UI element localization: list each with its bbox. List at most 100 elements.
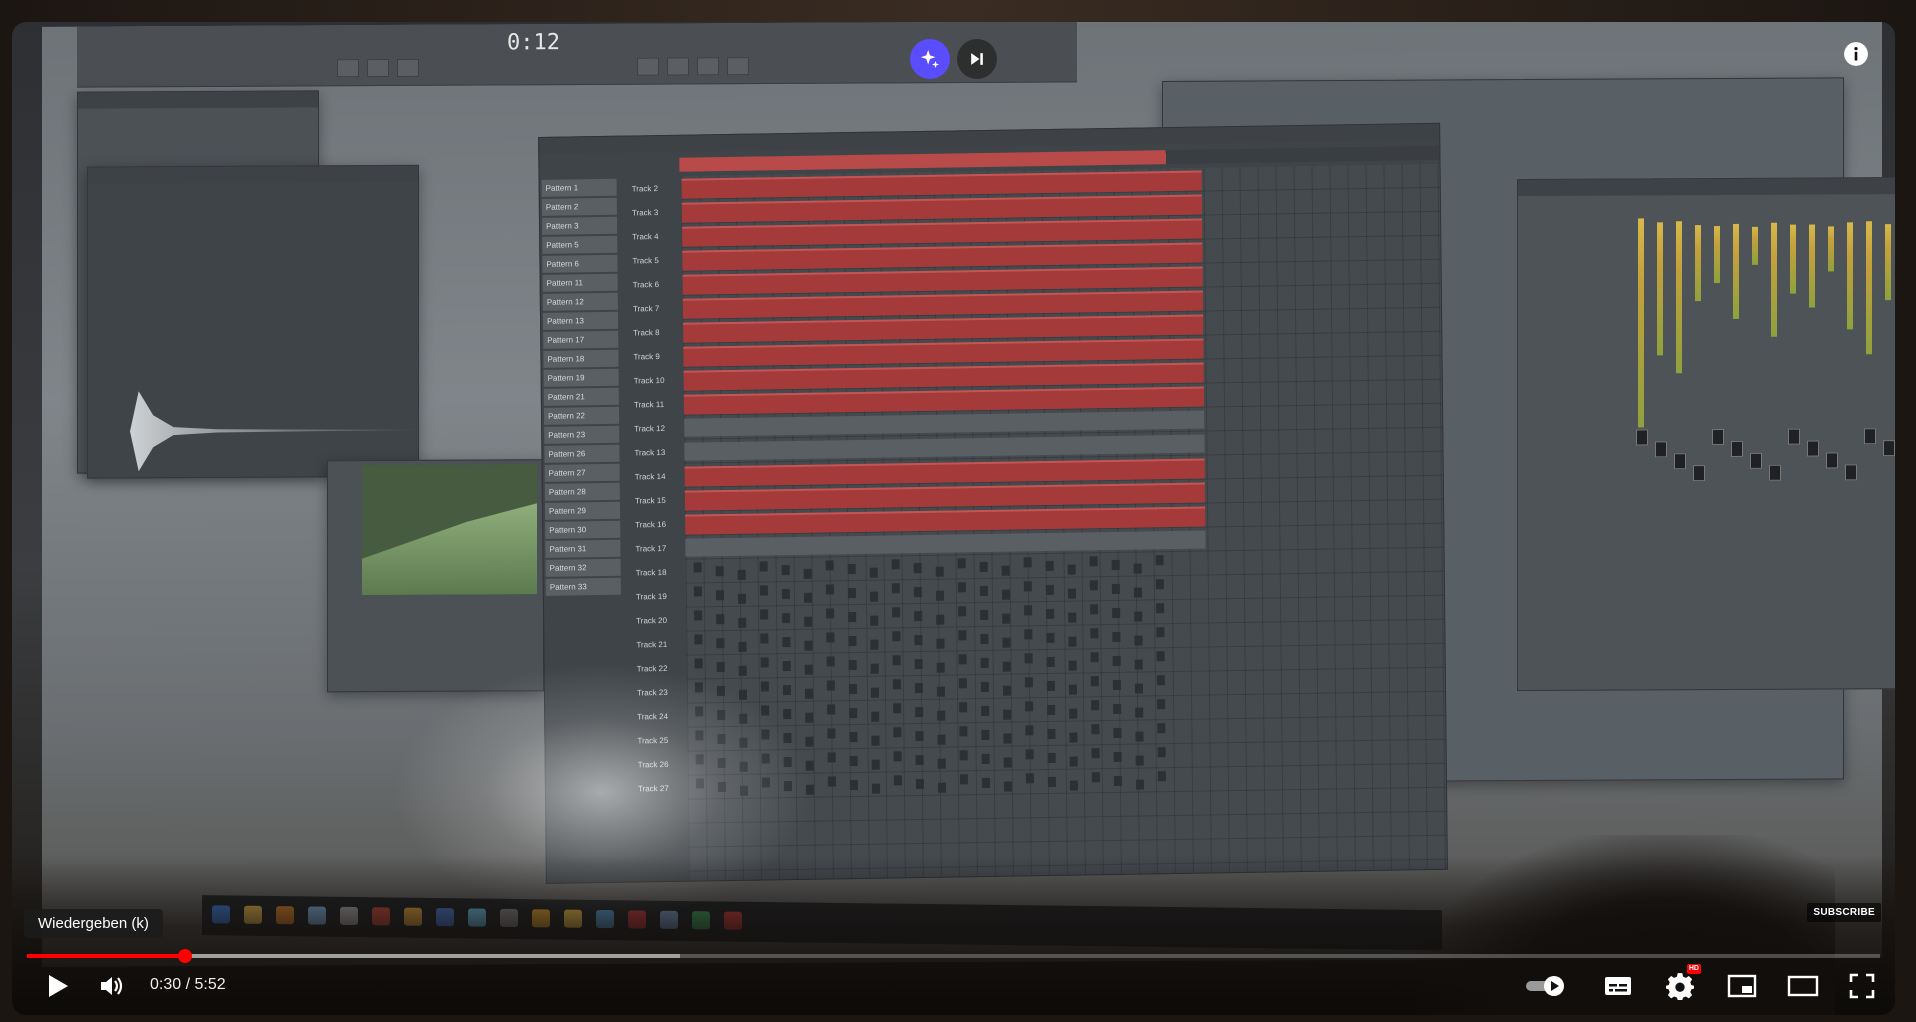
- pattern-block: [957, 558, 966, 569]
- pattern-block: [935, 566, 944, 577]
- pattern-block: [1024, 677, 1033, 688]
- pattern-block: [1157, 747, 1166, 758]
- mixer-fader: [1750, 452, 1762, 469]
- subtitles-button[interactable]: [1596, 962, 1640, 1010]
- mixer-fader: [1826, 452, 1838, 469]
- info-button[interactable]: [1842, 40, 1870, 68]
- pattern-block: [936, 638, 945, 649]
- pattern-block: [915, 730, 924, 742]
- pattern-block: [1068, 684, 1078, 695]
- pattern-block: [914, 634, 923, 646]
- pattern-block: [1156, 675, 1165, 686]
- pattern-block: [892, 607, 901, 618]
- playlist-clip: [682, 218, 1203, 247]
- theater-mode-button[interactable]: [1780, 962, 1826, 1010]
- pattern-block: [1134, 683, 1144, 694]
- mixer-fader: [1674, 453, 1686, 470]
- pattern-block: [760, 633, 769, 644]
- pattern-block: [1155, 579, 1164, 590]
- pattern-block: [1135, 707, 1144, 718]
- mixer-meter: [1695, 225, 1701, 302]
- mixer-fader: [1712, 429, 1724, 446]
- mixer-meter: [1828, 226, 1834, 272]
- fullscreen-button[interactable]: [1840, 962, 1884, 1010]
- pattern-block: [937, 758, 946, 769]
- pattern-block: [958, 654, 967, 665]
- track-label: Track 9: [633, 352, 660, 362]
- mixer-fader: [1636, 429, 1648, 446]
- pattern-item: Pattern 1: [541, 178, 617, 197]
- volume-button[interactable]: [92, 962, 132, 1010]
- pattern-block: [1047, 752, 1056, 763]
- pattern-block: [959, 726, 968, 737]
- pattern-block: [1069, 756, 1078, 767]
- pattern-block: [915, 754, 924, 766]
- pattern-block: [1090, 676, 1099, 687]
- pattern-block: [915, 706, 924, 718]
- ai-assist-button[interactable]: [910, 39, 950, 79]
- pattern-block: [1090, 652, 1099, 663]
- pattern-block: [870, 687, 880, 698]
- daw-toolbar-button: [337, 59, 359, 78]
- mixer-meter: [1847, 222, 1853, 330]
- pattern-block: [871, 711, 880, 722]
- pattern-item: Pattern 19: [543, 368, 619, 387]
- pattern-item: Pattern 5: [542, 235, 618, 254]
- pattern-block: [892, 631, 901, 642]
- pattern-block: [1091, 700, 1100, 711]
- pattern-block: [1024, 653, 1033, 664]
- pattern-block: [1067, 564, 1076, 575]
- pattern-block: [1135, 779, 1145, 790]
- play-button[interactable]: [38, 962, 78, 1010]
- pattern-block: [1069, 732, 1078, 743]
- pattern-block: [980, 657, 989, 669]
- mixer-meter: [1752, 226, 1758, 265]
- video-player[interactable]: 0:12 Pattern 1 Pattern 2 Pattern 3 Patte…: [12, 22, 1895, 1015]
- mixer-meter: [1714, 226, 1720, 284]
- pattern-block: [1157, 771, 1166, 782]
- pattern-block: [1023, 581, 1032, 592]
- miniplayer-icon: [1727, 974, 1757, 998]
- next-video-button[interactable]: [957, 39, 997, 79]
- pattern-block: [1111, 583, 1120, 594]
- mixer-fader: [1731, 440, 1743, 457]
- playlist-clip: [682, 266, 1203, 295]
- pattern-block: [1024, 605, 1033, 616]
- miniplayer-button[interactable]: [1720, 962, 1764, 1010]
- pattern-item: Pattern 26: [544, 444, 620, 463]
- pattern-block: [869, 567, 878, 578]
- subscribe-watermark-button[interactable]: SUBSCRIBE: [1807, 903, 1881, 922]
- pattern-block: [759, 561, 768, 572]
- pattern-block: [892, 679, 901, 690]
- pattern-block: [980, 681, 989, 693]
- pattern-block: [803, 568, 812, 579]
- pattern-block: [1133, 587, 1143, 598]
- track-label: Track 5: [632, 256, 659, 266]
- playlist-clip: [683, 314, 1204, 343]
- pattern-item: Pattern 18: [543, 349, 619, 368]
- pattern-block: [981, 729, 990, 741]
- pattern-block: [1090, 604, 1099, 615]
- playlist-clip: [684, 434, 1205, 461]
- pattern-block: [1047, 776, 1056, 787]
- pattern-block: [826, 656, 835, 667]
- pattern-block: [871, 783, 881, 794]
- pattern-block: [914, 610, 923, 622]
- pattern-block: [1133, 563, 1142, 574]
- progress-scrubber[interactable]: [178, 949, 193, 963]
- pattern-block: [1113, 703, 1122, 714]
- pattern-block: [826, 608, 835, 619]
- pattern-item: Pattern 13: [542, 311, 619, 330]
- mixer-meter: [1638, 218, 1644, 428]
- pattern-block: [937, 710, 946, 721]
- mixer-fader: [1883, 440, 1895, 457]
- track-label: Track 16: [635, 519, 667, 530]
- track-label: Track 14: [634, 471, 666, 482]
- playlist-clip: [684, 410, 1205, 437]
- pattern-block: [1025, 749, 1034, 760]
- pattern-block: [760, 609, 769, 620]
- settings-button[interactable]: HD: [1658, 962, 1702, 1010]
- autoplay-toggle[interactable]: [1522, 962, 1570, 1010]
- pattern-block: [891, 583, 900, 594]
- playlist-clip: [682, 242, 1203, 271]
